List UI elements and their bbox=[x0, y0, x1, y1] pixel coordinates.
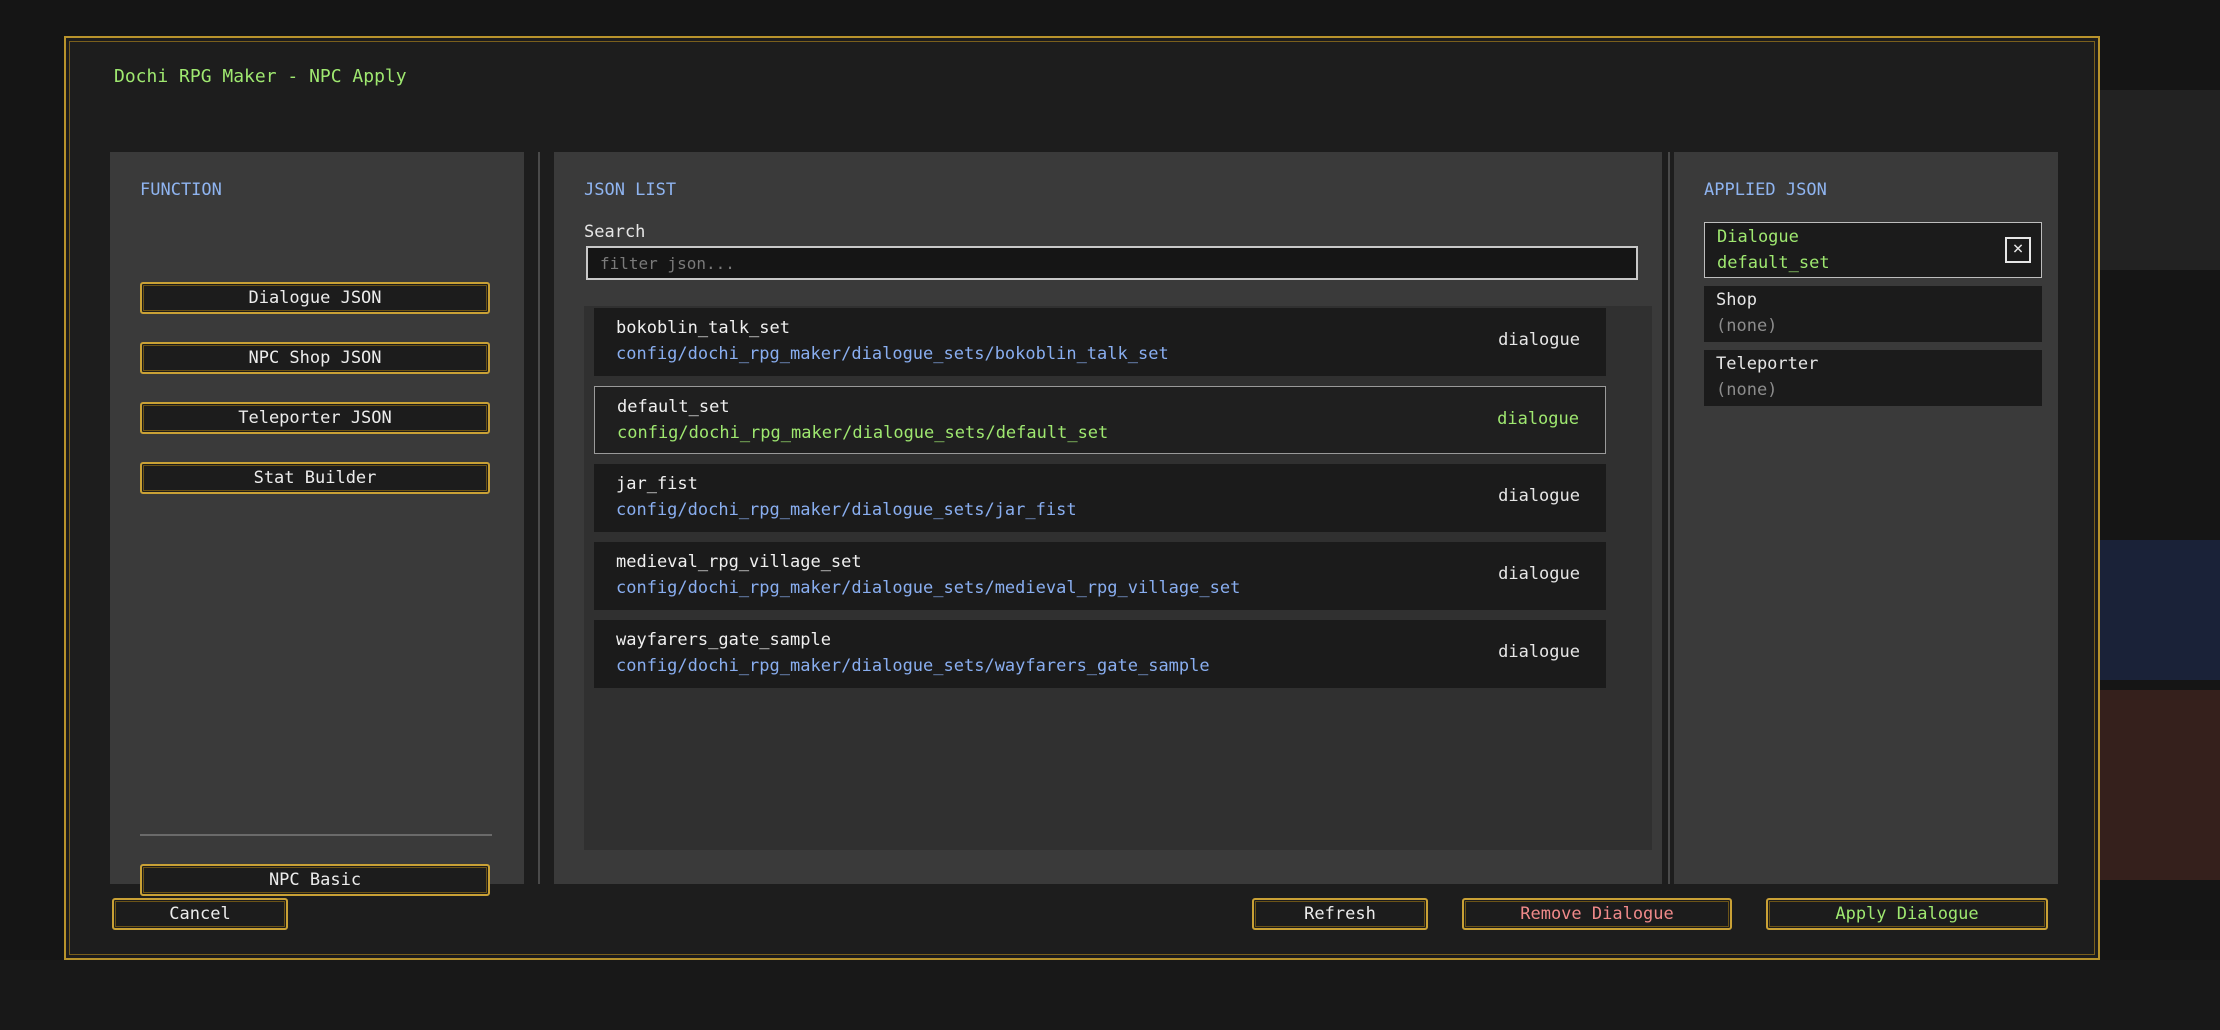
npc-basic-button[interactable]: NPC Basic bbox=[140, 864, 490, 896]
applied-shop-card[interactable]: Shop (none) bbox=[1704, 286, 2042, 342]
window-title: Dochi RPG Maker - NPC Apply bbox=[114, 66, 407, 87]
json-item-path: config/dochi_rpg_maker/dialogue_sets/jar… bbox=[616, 500, 1077, 520]
search-label: Search bbox=[584, 222, 646, 242]
close-x-icon[interactable]: × bbox=[2005, 237, 2031, 263]
applied-teleporter-card[interactable]: Teleporter (none) bbox=[1704, 350, 2042, 406]
json-item-type: dialogue bbox=[1498, 642, 1580, 662]
json-item-name: bokoblin_talk_set bbox=[616, 318, 790, 338]
json-list-panel: JSON LIST Search bokoblin_talk_set confi… bbox=[554, 152, 1690, 884]
json-list-item[interactable]: wayfarers_gate_sample config/dochi_rpg_m… bbox=[594, 620, 1606, 688]
json-item-type: dialogue bbox=[1498, 330, 1580, 350]
json-item-name: jar_fist bbox=[616, 474, 698, 494]
npc-shop-json-button[interactable]: NPC Shop JSON bbox=[140, 342, 490, 374]
json-item-path: config/dochi_rpg_maker/dialogue_sets/bok… bbox=[616, 344, 1169, 364]
json-item-type: dialogue bbox=[1498, 486, 1580, 506]
json-list-title: JSON LIST bbox=[584, 180, 677, 200]
background-block bbox=[2100, 540, 2220, 680]
background-block bbox=[2100, 690, 2220, 880]
cancel-button[interactable]: Cancel bbox=[112, 898, 288, 930]
stat-builder-button[interactable]: Stat Builder bbox=[140, 462, 490, 494]
json-list-item[interactable]: medieval_rpg_village_set config/dochi_rp… bbox=[594, 542, 1606, 610]
function-panel-title: FUNCTION bbox=[140, 180, 222, 200]
applied-json-panel: APPLIED JSON Dialogue default_set × Shop… bbox=[1674, 152, 2058, 884]
panel-divider bbox=[1668, 152, 1670, 884]
function-panel: FUNCTION Dialogue JSON NPC Shop JSON Tel… bbox=[110, 152, 524, 896]
search-input[interactable] bbox=[586, 246, 1638, 280]
json-item-type: dialogue bbox=[1498, 564, 1580, 584]
background-block bbox=[2100, 90, 2220, 270]
refresh-button[interactable]: Refresh bbox=[1252, 898, 1428, 930]
dialogue-json-button[interactable]: Dialogue JSON bbox=[140, 282, 490, 314]
json-list: bokoblin_talk_set config/dochi_rpg_maker… bbox=[584, 306, 1652, 850]
applied-card-label: Teleporter bbox=[1716, 354, 1819, 374]
json-list-item-selected[interactable]: default_set config/dochi_rpg_maker/dialo… bbox=[594, 386, 1606, 454]
remove-dialogue-button[interactable]: Remove Dialogue bbox=[1462, 898, 1732, 930]
json-list-item[interactable]: bokoblin_talk_set config/dochi_rpg_maker… bbox=[594, 308, 1606, 376]
applied-card-value: default_set bbox=[1717, 253, 1830, 273]
background-block bbox=[0, 960, 2220, 1030]
applied-card-label: Shop bbox=[1716, 290, 1757, 310]
applied-dialogue-card[interactable]: Dialogue default_set × bbox=[1704, 222, 2042, 278]
npc-apply-window: Dochi RPG Maker - NPC Apply FUNCTION Dia… bbox=[64, 36, 2100, 960]
json-item-name: medieval_rpg_village_set bbox=[616, 552, 862, 572]
panel-divider bbox=[538, 152, 540, 884]
json-item-type: dialogue bbox=[1497, 409, 1579, 429]
applied-card-value: (none) bbox=[1716, 316, 1778, 336]
apply-dialogue-button[interactable]: Apply Dialogue bbox=[1766, 898, 2048, 930]
json-item-path: config/dochi_rpg_maker/dialogue_sets/way… bbox=[616, 656, 1210, 676]
teleporter-json-button[interactable]: Teleporter JSON bbox=[140, 402, 490, 434]
json-list-item[interactable]: jar_fist config/dochi_rpg_maker/dialogue… bbox=[594, 464, 1606, 532]
json-item-name: default_set bbox=[617, 397, 730, 417]
applied-json-title: APPLIED JSON bbox=[1704, 180, 1827, 200]
function-divider bbox=[140, 834, 492, 836]
json-item-path: config/dochi_rpg_maker/dialogue_sets/med… bbox=[616, 578, 1241, 598]
applied-card-label: Dialogue bbox=[1717, 227, 1799, 247]
applied-card-value: (none) bbox=[1716, 380, 1778, 400]
json-item-name: wayfarers_gate_sample bbox=[616, 630, 831, 650]
json-item-path: config/dochi_rpg_maker/dialogue_sets/def… bbox=[617, 423, 1109, 443]
